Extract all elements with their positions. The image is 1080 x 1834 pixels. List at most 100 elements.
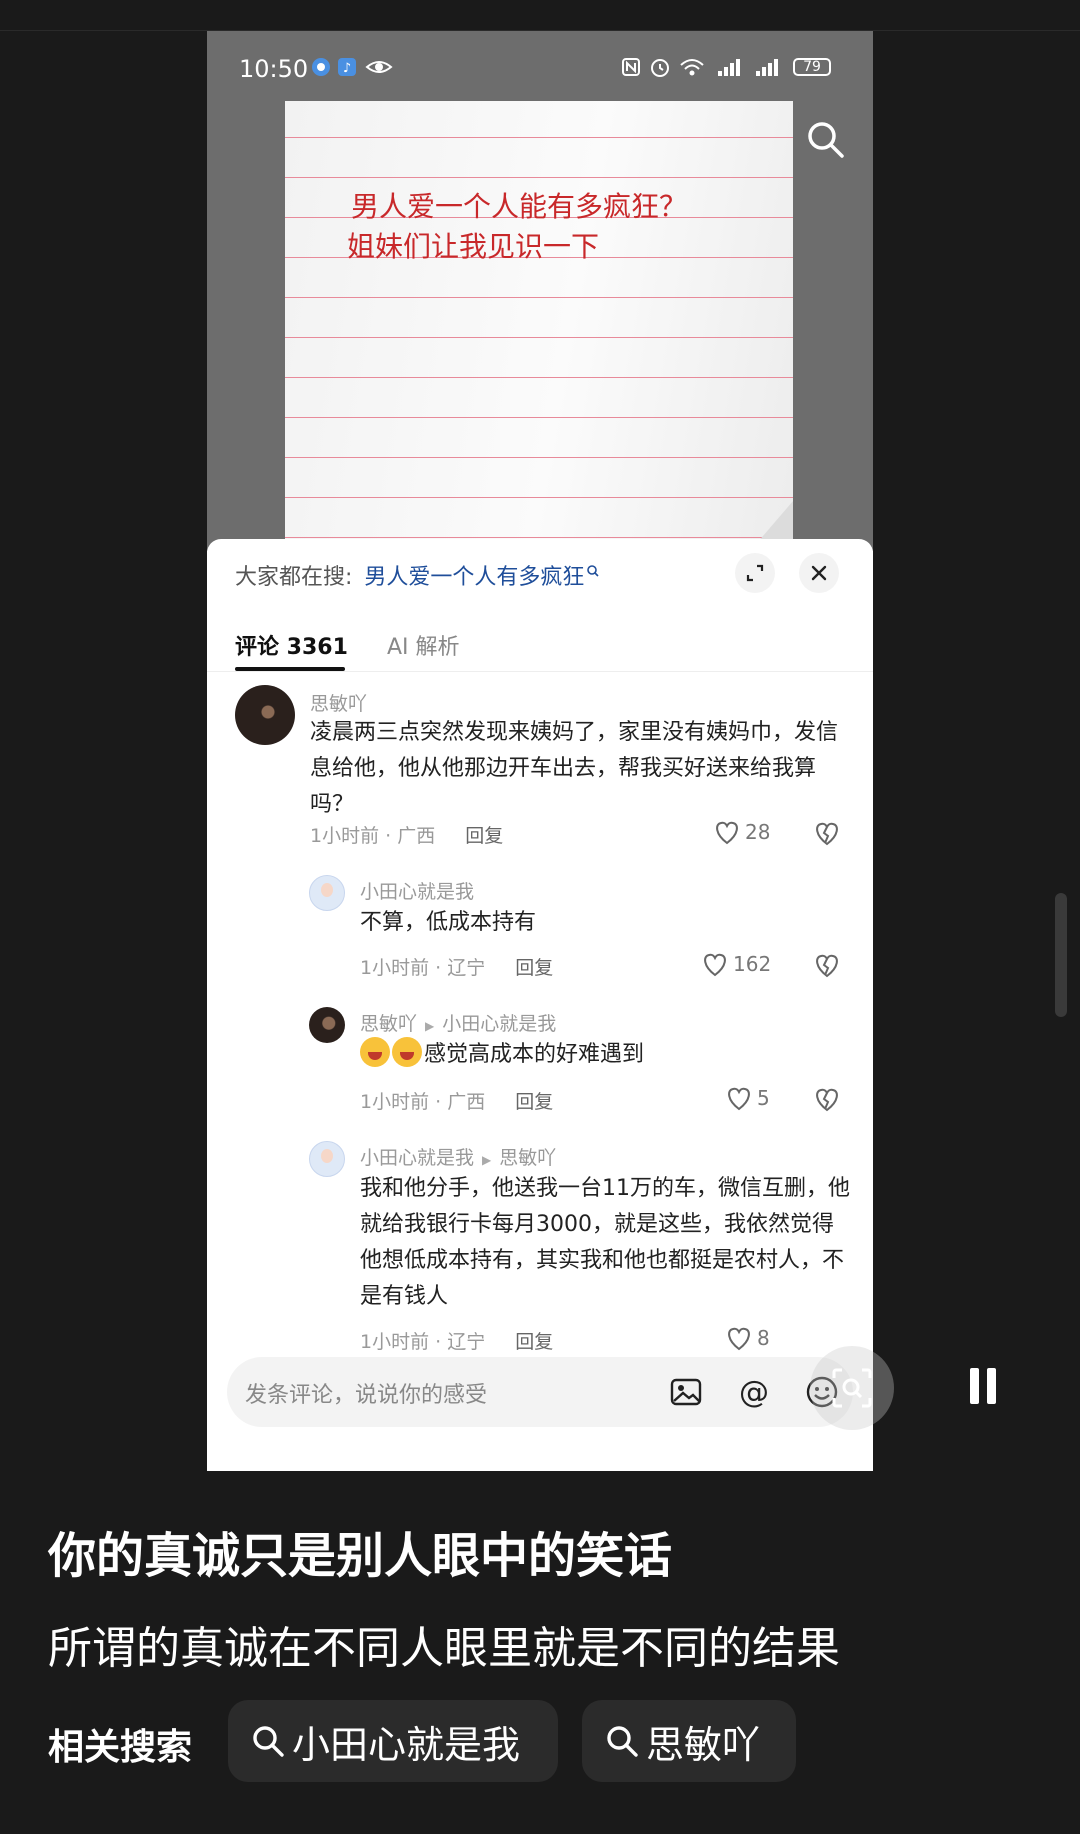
laugh-cry-emoji-icon xyxy=(392,1037,422,1067)
expand-icon xyxy=(746,564,764,582)
heart-icon xyxy=(728,1087,750,1111)
pause-bar xyxy=(987,1368,996,1404)
reply-button[interactable]: 回复 xyxy=(515,957,553,979)
comment-text-line: 感觉高成本的好难遇到 xyxy=(360,1037,850,1073)
comment-meta: 1小时前 · 广西 回复 xyxy=(310,821,503,848)
music-icon: ♪ xyxy=(337,57,357,77)
comment-time-location: 1小时前 · 辽宁 xyxy=(360,1331,486,1353)
comment-time-location: 1小时前 · 广西 xyxy=(360,1091,486,1113)
reply-to-username[interactable]: 小田心就是我 xyxy=(442,1013,556,1035)
reply-arrow-icon: ▶ xyxy=(482,1153,492,1167)
eye-icon xyxy=(365,57,393,77)
hot-search-bar[interactable]: 大家都在搜: 男人爱一个人有多疯狂 xyxy=(235,559,600,591)
like-button[interactable]: 8 xyxy=(725,1325,770,1351)
like-count: 5 xyxy=(757,1086,770,1110)
comment-item: 思敏吖 凌晨两三点突然发现来姨妈了，家里没有姨妈巾，发信息给他，他从他那边开车出… xyxy=(207,673,873,863)
wifi-icon xyxy=(679,57,705,77)
broken-heart-icon xyxy=(816,954,838,978)
reply-button[interactable]: 回复 xyxy=(515,1331,553,1353)
expand-button[interactable] xyxy=(735,553,775,593)
nfc-icon xyxy=(621,57,641,77)
phone-screenshot: 男人爱一个人能有多疯狂？ 姐妹们让我见识一下 10:50 ♪ 79 大家都在搜:… xyxy=(207,31,873,1471)
like-button[interactable]: 5 xyxy=(725,1085,770,1111)
comment-username[interactable]: 小田心就是我 xyxy=(360,877,474,904)
svg-text:♪: ♪ xyxy=(343,61,351,76)
dislike-button[interactable] xyxy=(812,951,842,981)
avatar[interactable] xyxy=(309,1141,345,1177)
avatar[interactable] xyxy=(235,685,295,745)
dislike-button[interactable] xyxy=(812,1085,842,1115)
page-scrollbar[interactable] xyxy=(1055,893,1067,1017)
signal-icon-1 xyxy=(717,57,743,77)
post-title: 你的真诚只是别人眼中的笑话 xyxy=(48,1528,673,1584)
visual-search-button[interactable] xyxy=(810,1346,894,1430)
laugh-cry-emoji-icon xyxy=(360,1037,390,1067)
reply-item: 思敏吖 ▶ 小田心就是我 感觉高成本的好难遇到 1小时前 · 广西 回复 5 xyxy=(207,997,873,1131)
search-icon xyxy=(253,1726,284,1757)
active-tab-indicator xyxy=(235,667,345,671)
reply-to-username[interactable]: 思敏吖 xyxy=(499,1147,556,1169)
comment-meta: 1小时前 · 辽宁 回复 xyxy=(360,1327,553,1354)
pause-bar xyxy=(970,1368,979,1404)
comment-tabs: 评论 3361 AI 解析 xyxy=(207,617,873,672)
avatar[interactable] xyxy=(309,875,345,911)
broken-heart-icon xyxy=(816,1088,838,1112)
broken-heart-icon xyxy=(816,822,838,846)
comment-text: 我和他分手，他送我一台11万的车，微信互删，他就给我银行卡每月3000，就是这些… xyxy=(360,1176,850,1309)
related-search-text: 思敏吖 xyxy=(646,1722,761,1767)
comment-time-location: 1小时前 · 辽宁 xyxy=(360,957,486,979)
close-icon xyxy=(811,565,827,581)
heart-icon xyxy=(704,953,726,977)
reply-arrow-icon: ▶ xyxy=(425,1019,435,1033)
post-subtitle: 所谓的真诚在不同人眼里就是不同的结果 xyxy=(48,1623,840,1674)
like-count: 162 xyxy=(733,952,772,976)
comment-username[interactable]: 思敏吖 xyxy=(310,689,367,716)
tab-comments[interactable]: 评论 3361 xyxy=(235,629,348,661)
close-button[interactable] xyxy=(799,553,839,593)
mention-icon[interactable]: @ xyxy=(737,1375,771,1410)
heart-icon xyxy=(716,821,738,845)
comment-input[interactable]: 发条评论，说说你的感受 @ xyxy=(227,1357,853,1427)
image-icon[interactable] xyxy=(669,1375,703,1409)
hot-search-keyword[interactable]: 男人爱一个人有多疯狂 xyxy=(364,565,584,590)
comment-username-line: 小田心就是我 ▶ 思敏吖 xyxy=(360,1143,556,1170)
comment-username[interactable]: 思敏吖 xyxy=(360,1013,417,1035)
tab-ai-analysis[interactable]: AI 解析 xyxy=(387,629,460,661)
video-frame[interactable]: 男人爱一个人能有多疯狂？ 姐妹们让我见识一下 10:50 ♪ 79 xyxy=(207,31,873,551)
heart-icon xyxy=(728,1327,750,1351)
dislike-button[interactable] xyxy=(812,819,842,849)
reply-button[interactable]: 回复 xyxy=(465,825,503,847)
like-button[interactable]: 28 xyxy=(713,819,770,845)
reply-item: 小田心就是我 不算，低成本持有 1小时前 · 辽宁 回复 162 xyxy=(207,863,873,997)
signal-icon-2 xyxy=(755,57,781,77)
comment-text: 凌晨两三点突然发现来姨妈了，家里没有姨妈巾，发信息给他，他从他那边开车出去，帮我… xyxy=(310,720,839,817)
avatar[interactable] xyxy=(309,1007,345,1043)
comment-text: 不算，低成本持有 xyxy=(360,910,537,935)
comment-meta: 1小时前 · 广西 回复 xyxy=(360,1087,553,1114)
hot-search-label: 大家都在搜: xyxy=(235,565,353,590)
battery-indicator: 79 xyxy=(793,58,831,76)
related-search-text: 小田心就是我 xyxy=(292,1722,521,1767)
comment-username-line: 思敏吖 ▶ 小田心就是我 xyxy=(360,1009,556,1036)
scan-search-icon xyxy=(832,1368,872,1408)
comment-time-location: 1小时前 · 广西 xyxy=(310,825,436,847)
comment-meta: 1小时前 · 辽宁 回复 xyxy=(360,953,553,980)
search-icon xyxy=(607,1726,638,1757)
status-time: 10:50 xyxy=(239,55,309,83)
comments-sheet: 大家都在搜: 男人爱一个人有多疯狂 评论 3361 AI 解析 思敏吖 凌晨两三点… xyxy=(207,539,873,1471)
video-search-icon[interactable] xyxy=(803,117,847,161)
related-search-chip[interactable]: 思敏吖 xyxy=(582,1700,796,1782)
lined-paper: 男人爱一个人能有多疯狂？ 姐妹们让我见识一下 xyxy=(285,101,793,551)
reply-button[interactable]: 回复 xyxy=(515,1091,553,1113)
comment-username[interactable]: 小田心就是我 xyxy=(360,1147,474,1169)
like-button[interactable]: 162 xyxy=(701,951,771,977)
keyword-search-icon xyxy=(587,565,600,577)
pause-button[interactable] xyxy=(970,1368,996,1404)
alarm-icon xyxy=(649,57,671,77)
comment-input-placeholder: 发条评论，说说你的感受 xyxy=(245,1383,488,1408)
svg-text:@: @ xyxy=(739,1375,769,1409)
app-notification-icon xyxy=(311,57,331,77)
comment-text: 感觉高成本的好难遇到 xyxy=(424,1042,645,1067)
related-search-chip[interactable]: 小田心就是我 xyxy=(228,1700,558,1782)
reply-item: 小田心就是我 ▶ 思敏吖 我和他分手，他送我一台11万的车，微信互删，他就给我银行卡… xyxy=(207,1131,873,1369)
